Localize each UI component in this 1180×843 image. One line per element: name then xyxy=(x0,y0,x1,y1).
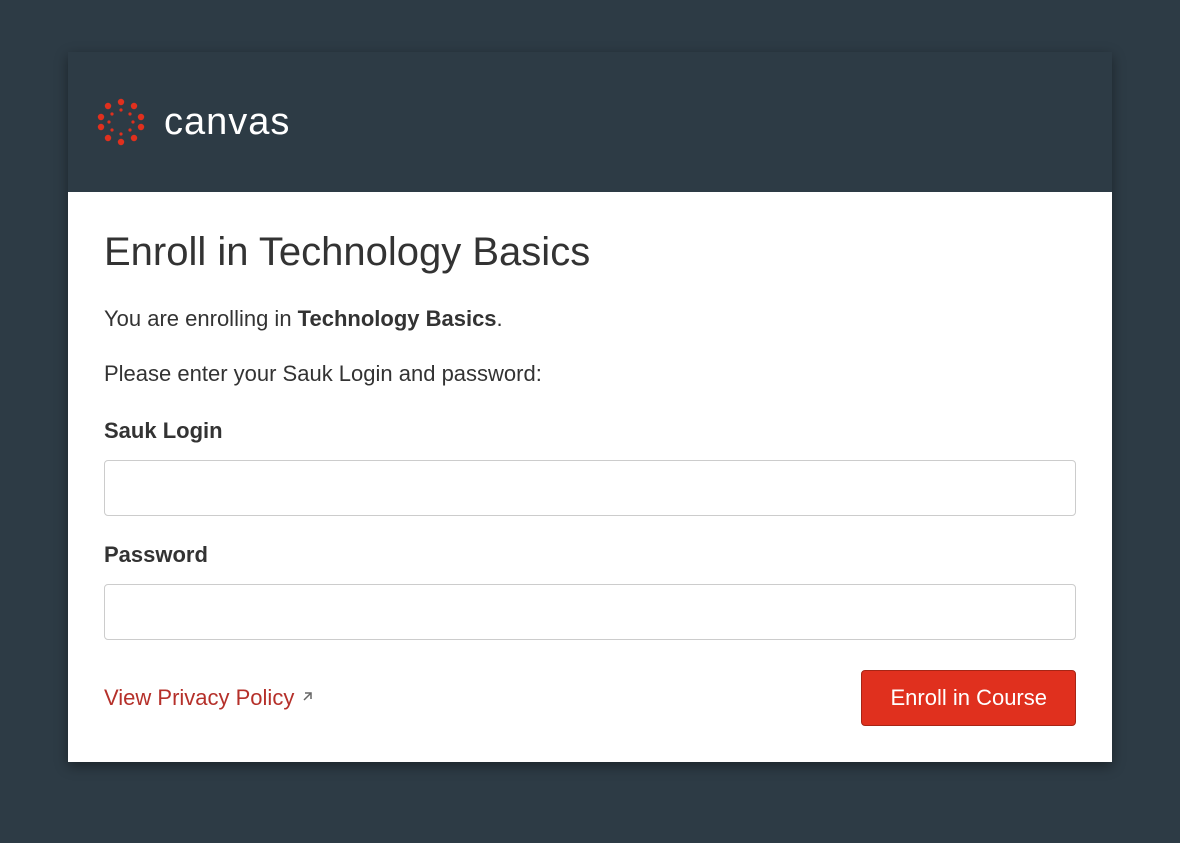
password-input[interactable] xyxy=(104,584,1076,640)
login-instructions: Please enter your Sauk Login and passwor… xyxy=(104,359,1076,390)
privacy-policy-text: View Privacy Policy xyxy=(104,685,294,711)
card-body: Enroll in Technology Basics You are enro… xyxy=(68,192,1112,762)
card-header: canvas xyxy=(68,52,1112,192)
canvas-logo-text: canvas xyxy=(164,101,290,144)
login-label: Sauk Login xyxy=(104,418,1076,444)
course-name: Technology Basics xyxy=(298,306,497,331)
canvas-logo: canvas xyxy=(96,97,290,147)
password-field-block: Password xyxy=(104,542,1076,640)
form-footer: View Privacy Policy Enroll in Course xyxy=(104,670,1076,726)
enroll-prefix: You are enrolling in xyxy=(104,306,298,331)
enroll-submit-button[interactable]: Enroll in Course xyxy=(861,670,1076,726)
external-link-icon xyxy=(300,690,314,707)
privacy-policy-link[interactable]: View Privacy Policy xyxy=(104,685,314,711)
canvas-icon xyxy=(96,97,146,147)
enroll-description: You are enrolling in Technology Basics. xyxy=(104,304,1076,335)
login-field-block: Sauk Login xyxy=(104,418,1076,516)
page-title: Enroll in Technology Basics xyxy=(104,228,1076,276)
enroll-card: canvas Enroll in Technology Basics You a… xyxy=(68,52,1112,762)
password-label: Password xyxy=(104,542,1076,568)
login-input[interactable] xyxy=(104,460,1076,516)
enroll-suffix: . xyxy=(497,306,503,331)
